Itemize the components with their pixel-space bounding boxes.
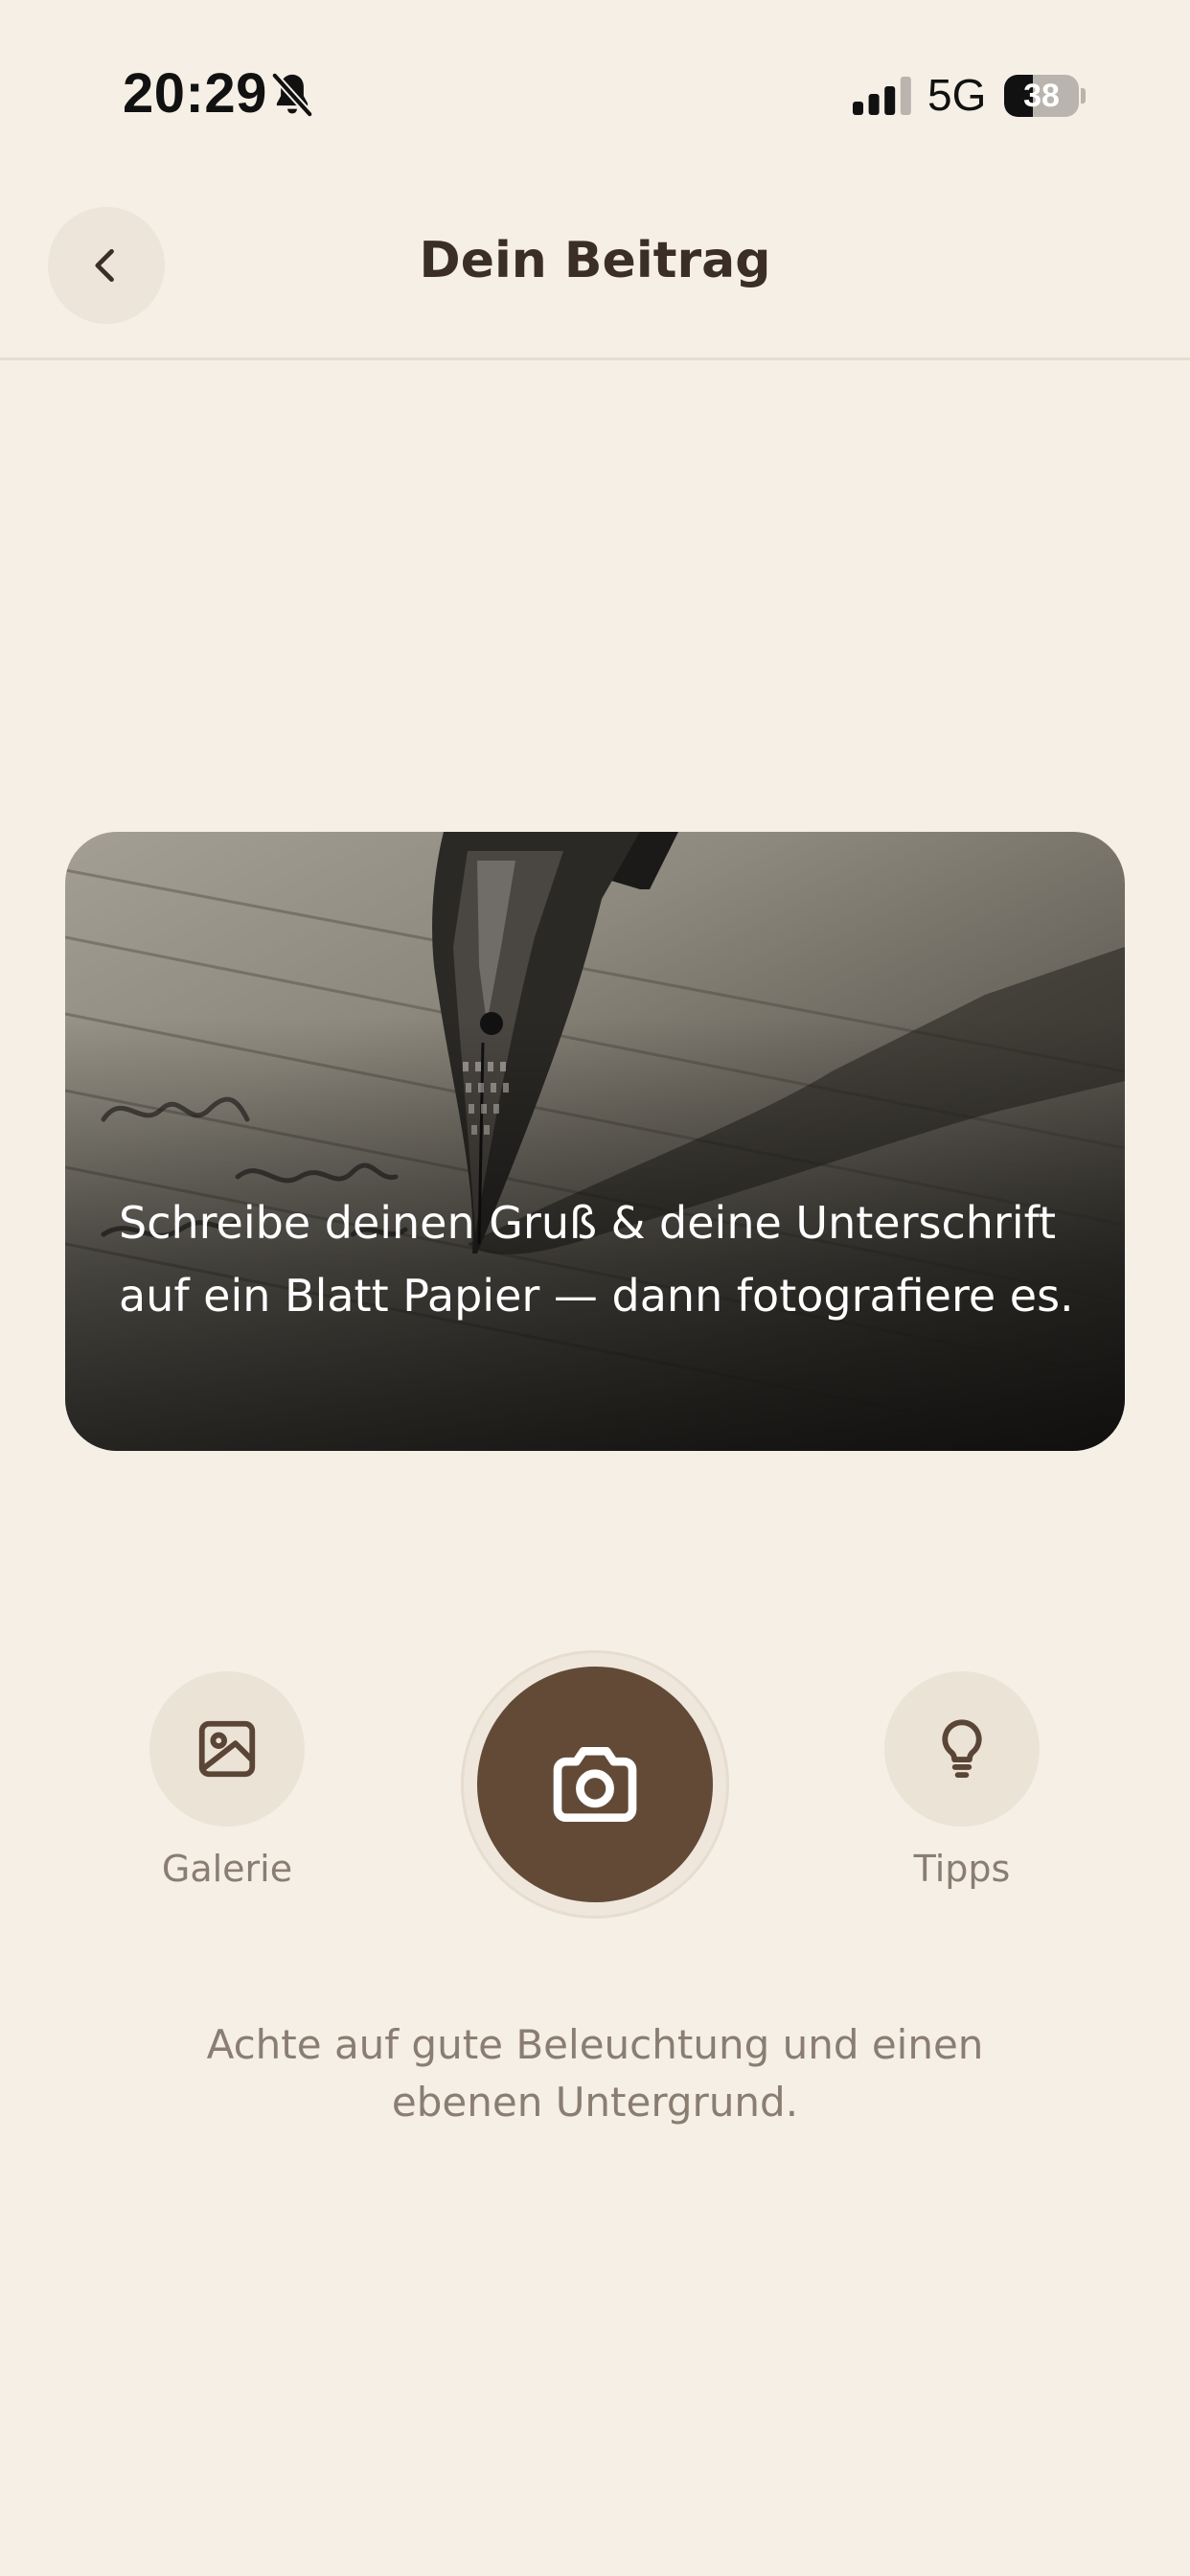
battery-percent: 38 (1023, 78, 1060, 114)
tips-circle[interactable] (884, 1671, 1040, 1827)
instruction-text: Schreibe deinen Gruß & deine Unterschrif… (119, 1197, 1074, 1322)
status-time: 20:29 (123, 62, 267, 125)
signal-icon (853, 77, 911, 115)
hint-text: Achte auf gute Beleuchtung und einen ebe… (206, 2021, 984, 2126)
tips-label: Tipps (913, 1848, 1011, 1890)
gallery-label: Galerie (161, 1848, 293, 1890)
shutter-ring (461, 1650, 729, 1919)
image-icon (198, 1720, 256, 1778)
capture-button[interactable] (477, 1667, 713, 1902)
tips-button[interactable]: Tipps (884, 1671, 1040, 1890)
gallery-button[interactable]: Galerie (149, 1671, 305, 1890)
screen: 20:29 5G 38 Dein Beitrag Schreibe deinen… (0, 0, 1190, 2576)
nav-header: Dein Beitrag (0, 172, 1190, 360)
gallery-circle[interactable] (149, 1671, 305, 1827)
lightbulb-icon (942, 1719, 982, 1779)
instruction-card: Schreibe deinen Gruß & deine Unterschrif… (65, 832, 1125, 1451)
status-bar: 20:29 5G 38 (0, 0, 1190, 172)
battery-icon: 38 (1004, 75, 1087, 117)
page-title: Dein Beitrag (419, 232, 771, 289)
network-type: 5G (927, 70, 987, 120)
card-overlay (65, 832, 1125, 1451)
camera-icon (553, 1747, 637, 1822)
bell-off-icon (270, 71, 314, 119)
